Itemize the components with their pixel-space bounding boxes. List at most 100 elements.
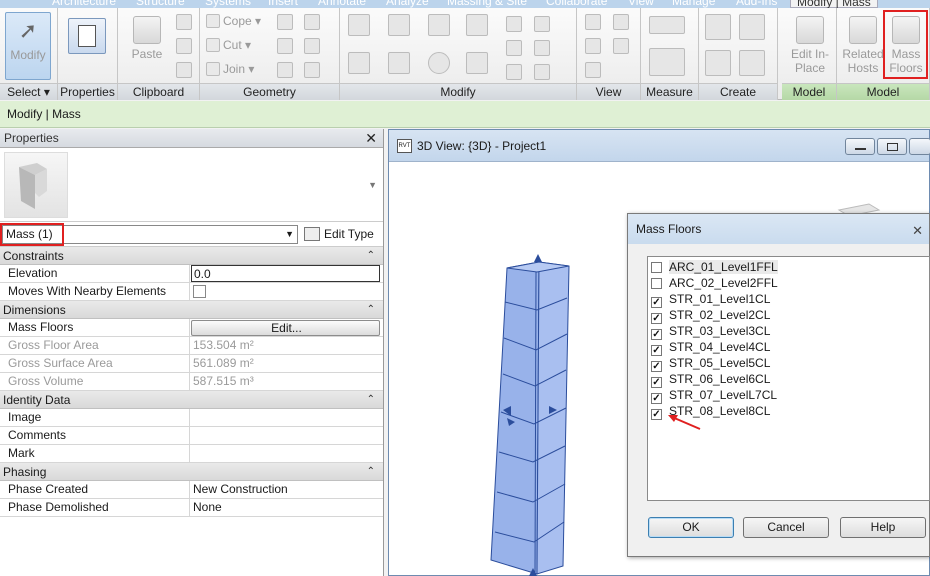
level-checkbox[interactable] <box>651 278 662 289</box>
offset-icon[interactable] <box>388 14 410 36</box>
mark-value[interactable] <box>191 445 380 463</box>
row-comments: Comments <box>0 427 383 445</box>
edit-in-place-button[interactable]: Edit In-Place <box>785 12 835 80</box>
image-value[interactable] <box>191 409 380 427</box>
linework-icon[interactable] <box>613 38 629 54</box>
brush-icon[interactable] <box>585 38 601 54</box>
level-item[interactable]: ✓ STR_01_Level1CL <box>651 291 770 308</box>
tab-modify-mass[interactable]: Modify | Mass <box>790 0 878 8</box>
elevation-input[interactable]: 0.0 <box>191 265 380 282</box>
level-item[interactable]: ✓ STR_06_Level6CL <box>651 371 770 388</box>
dimension-icon[interactable] <box>649 48 685 76</box>
mass-floors-edit-button[interactable]: Edit... <box>191 320 380 336</box>
eraser-icon[interactable] <box>585 62 601 78</box>
split-icon[interactable] <box>506 16 522 32</box>
level-checkbox[interactable] <box>651 262 662 273</box>
tab-structure[interactable]: Structure <box>136 0 185 8</box>
scale-icon[interactable] <box>534 40 550 56</box>
level-label: ARC_01_Level1FFL <box>669 260 778 274</box>
gross-floor-area-value: 153.504 m² <box>193 338 254 352</box>
mirror-draw-icon[interactable] <box>466 14 488 36</box>
phase-created-value[interactable]: New Construction <box>191 481 380 499</box>
type-scroll-arrow-icon[interactable]: ▼ <box>368 180 377 190</box>
level-item[interactable]: ✓ STR_07_LevelL7CL <box>651 387 777 404</box>
group-dimensions[interactable]: Dimensions ⌃ <box>0 301 383 319</box>
cursor-arrow-icon: ➚ <box>18 18 38 43</box>
create-assembly-icon[interactable] <box>705 14 731 40</box>
level-item[interactable]: ✓ STR_03_Level3CL <box>651 323 770 340</box>
bulb-icon[interactable] <box>585 14 601 30</box>
group-constraints-label: Constraints <box>3 249 64 263</box>
measure-icon[interactable] <box>649 16 685 34</box>
panel-modify: Modify <box>340 8 577 100</box>
hide-icon[interactable] <box>613 14 629 30</box>
tab-insert[interactable]: Insert <box>268 0 298 8</box>
trim-icon[interactable] <box>466 52 488 74</box>
modify-button[interactable]: ➚ Modify <box>5 12 51 80</box>
mirror-axis-icon[interactable] <box>428 14 450 36</box>
select-dropdown[interactable]: Select ▾ <box>0 83 57 100</box>
cut-geometry-button[interactable]: Cut ▾ <box>206 38 251 52</box>
align-icon[interactable] <box>348 14 370 36</box>
create-group-icon[interactable] <box>705 50 731 76</box>
pin-icon[interactable] <box>506 64 522 80</box>
level-item[interactable]: ARC_02_Level2FFL <box>651 275 778 291</box>
create-parts-icon[interactable] <box>739 14 765 40</box>
join-roof-icon[interactable] <box>277 62 293 78</box>
view-title: 3D View: {3D} - Project1 <box>417 139 547 153</box>
hammer-icon[interactable] <box>304 62 320 78</box>
cancel-button[interactable]: Cancel <box>743 517 829 538</box>
tab-annotate[interactable]: Annotate <box>318 0 366 8</box>
level-item[interactable]: ✓ STR_05_Level5CL <box>651 355 770 372</box>
properties-button[interactable] <box>68 18 106 54</box>
rotate-icon[interactable] <box>428 52 450 74</box>
copy-element-icon[interactable] <box>388 52 410 74</box>
delete-icon[interactable] <box>534 64 550 80</box>
edit-type-button[interactable]: Edit Type <box>304 225 374 244</box>
split-face-icon[interactable] <box>277 14 293 30</box>
tab-systems[interactable]: Systems <box>205 0 251 8</box>
ok-button[interactable]: OK <box>648 517 734 538</box>
comments-value[interactable] <box>191 427 380 445</box>
level-item[interactable]: ✓ STR_02_Level2CL <box>651 307 770 324</box>
split-gap-icon[interactable] <box>534 16 550 32</box>
dialog-close-icon[interactable]: ✕ <box>912 216 923 246</box>
row-image: Image <box>0 409 383 427</box>
group-identity-data[interactable]: Identity Data ⌃ <box>0 391 383 409</box>
restore-button[interactable] <box>877 138 907 155</box>
close-icon[interactable]: ✕ <box>365 129 377 148</box>
level-item[interactable]: ARC_01_Level1FFL <box>651 259 778 275</box>
tab-analyze[interactable]: Analyze <box>386 0 429 8</box>
cope-button[interactable]: Cope ▾ <box>206 14 261 28</box>
moves-checkbox[interactable] <box>193 285 206 298</box>
paint-icon[interactable] <box>304 14 320 30</box>
tab-manage[interactable]: Manage <box>672 0 715 8</box>
join-button[interactable]: Join ▾ <box>206 62 254 76</box>
tab-massing-site[interactable]: Massing & Site <box>447 0 527 8</box>
array-icon[interactable] <box>506 40 522 56</box>
paste-button[interactable]: Paste <box>124 12 170 80</box>
phase-demolished-value[interactable]: None <box>191 499 380 517</box>
move-icon[interactable] <box>348 52 370 74</box>
group-constraints[interactable]: Constraints ⌃ <box>0 247 383 265</box>
tab-add-ins[interactable]: Add-Ins <box>736 0 777 8</box>
level-checkbox[interactable]: ✓ <box>651 409 662 420</box>
model-panel-label-2: Model <box>837 83 929 100</box>
tab-collaborate[interactable]: Collaborate <box>546 0 607 8</box>
level-item[interactable]: ✓ STR_04_Level4CL <box>651 339 770 356</box>
cut-icon[interactable] <box>176 14 192 30</box>
tab-architecture[interactable]: Architecture <box>52 0 116 8</box>
create-similar-icon[interactable] <box>739 50 765 76</box>
copy-icon[interactable] <box>176 38 192 54</box>
demolish-icon[interactable] <box>304 38 320 54</box>
mass-floors-row-label: Mass Floors <box>0 319 190 337</box>
match-properties-icon[interactable] <box>176 62 192 78</box>
help-button[interactable]: Help <box>840 517 926 538</box>
minimize-button[interactable] <box>845 138 875 155</box>
wall-joins-icon[interactable] <box>277 38 293 54</box>
related-hosts-button[interactable]: Related Hosts <box>839 12 887 80</box>
view-close-button[interactable] <box>909 138 930 155</box>
tab-view[interactable]: View <box>628 0 654 8</box>
edit-type-icon <box>304 227 320 241</box>
group-phasing[interactable]: Phasing ⌃ <box>0 463 383 481</box>
